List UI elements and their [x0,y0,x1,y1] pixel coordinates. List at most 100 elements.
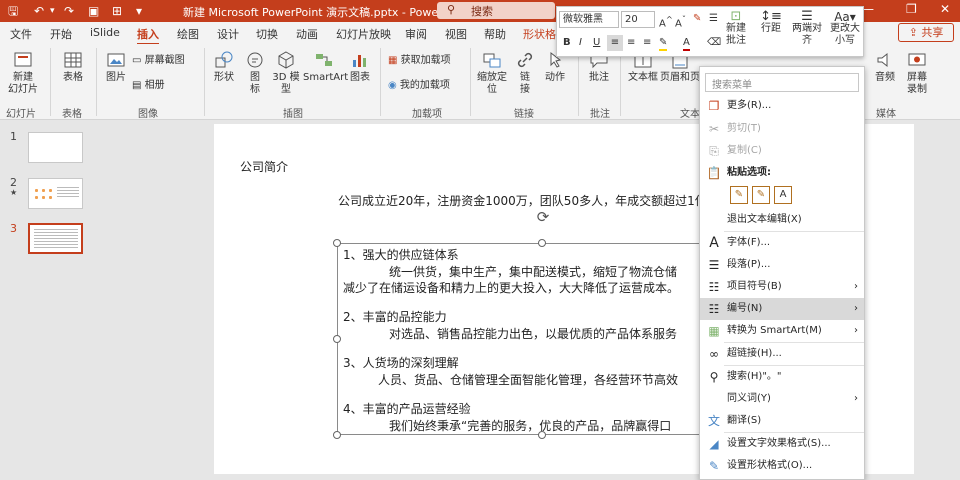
paste-option-keep-source[interactable]: ✎ [730,186,748,204]
menu-item-font[interactable]: A 字体(F)... [700,232,864,254]
resize-handle[interactable] [333,431,341,439]
tab-help[interactable]: 帮助 [484,26,506,42]
new-comment-button[interactable]: ⊡ 新建 批注 [725,10,747,47]
my-addin-button[interactable]: ◉ 我的加载项 [388,80,450,92]
decrease-font-icon[interactable]: Aˇ [675,13,686,30]
menu-item-synonyms[interactable]: 同义词(Y) › [700,388,864,410]
new-slide-button[interactable]: 新建 幻灯片 [6,50,40,96]
font-size-field[interactable]: 20 [621,11,655,28]
format-painter-icon[interactable]: ✎ [693,13,701,25]
slide-thumbnail-3[interactable] [28,223,83,254]
undo-icon[interactable]: ↶ [34,3,44,19]
line-spacing-button[interactable]: ↕≡ 行距 [759,10,783,35]
paste-option-merge[interactable]: ✎ [752,186,770,204]
clear-format-icon[interactable]: ⌫ [707,37,721,49]
resize-handle[interactable] [333,335,341,343]
screenshot-button[interactable]: ▭ 屏幕截图 [132,55,185,67]
menu-item-copy[interactable]: ⎘ 复制(C) [700,140,864,162]
save-icon[interactable]: 🖫 [8,3,18,19]
3d-model-button[interactable]: 3D 模 型 [270,50,302,96]
rotate-handle-icon[interactable]: ⟳ [534,208,552,226]
tab-view[interactable]: 视图 [445,26,467,42]
tab-design[interactable]: 设计 [217,26,239,42]
menu-item-more[interactable]: ❐ 更多(R)... [700,95,864,117]
point-3-heading[interactable]: 3、人货场的深刻理解 [343,354,459,371]
album-button[interactable]: ▤ 相册 [132,80,165,92]
bullets-icon[interactable]: ☰ [709,13,718,25]
resize-handle[interactable] [333,239,341,247]
chart-button[interactable]: 图表 [347,50,373,84]
text-box[interactable]: 1、强大的供应链体系 统一供货，集中生产，集中配送模式，缩短了物流仓储 减少了在… [337,243,757,435]
font-color-icon[interactable]: A [683,37,690,51]
align-center-icon[interactable]: ≡ [627,37,635,49]
highlight-icon[interactable]: ✎ [659,37,668,51]
smartart-button[interactable]: SmartArt [303,50,348,84]
point-1-body-line-1[interactable]: 统一供货，集中生产，集中配送模式，缩短了物流仓储 [389,263,677,280]
icon-button[interactable]: 图 标 [242,50,268,96]
menu-item-cut[interactable]: ✂ 剪切(T) [700,118,864,140]
point-1-body-line-2[interactable]: 减少了在储运设备和精力上的更大投入，大大降低了运营成本。 [343,279,679,296]
point-4-body[interactable]: 我们始终秉承“完善的服务，优良的产品，品牌赢得口 [389,417,671,434]
font-name-field[interactable]: 微软雅黑 [559,11,619,28]
underline-icon[interactable]: U [593,37,600,49]
link-button[interactable]: 链 接 [512,50,538,96]
tab-slideshow[interactable]: 幻灯片放映 [336,26,391,42]
slide-thumbnail-1[interactable] [28,132,83,163]
point-2-body[interactable]: 对选品、销售品控能力出色，以最优质的产品体系服务 [389,325,677,342]
audio-button[interactable]: 音频 [872,50,898,84]
menu-item-numbering[interactable]: ☷ 编号(N) › [700,298,864,320]
align-left-icon[interactable]: ≡ [607,35,623,51]
search-box[interactable]: ⚲ 搜索 [437,2,555,19]
tab-home[interactable]: 开始 [50,26,72,42]
draw-table-icon[interactable]: ⊞ [112,3,122,19]
screen-record-button[interactable]: 屏幕 录制 [902,50,932,96]
menu-search-input[interactable]: 搜索菜单 [705,73,859,92]
start-slideshow-icon[interactable]: ▣ [88,3,99,19]
slide-intro-text[interactable]: 公司成立近20年，注册资金1000万，团队50多人，年成交额超过1亿元 [338,192,719,209]
menu-item-search[interactable]: ⚲ 搜索(H)"。" [700,366,864,388]
zoom-button[interactable]: 缩放定 位 [474,50,510,96]
tab-file[interactable]: 文件 [10,26,32,42]
menu-item-paragraph[interactable]: ☰ 段落(P)... [700,254,864,276]
tab-transitions[interactable]: 切换 [256,26,278,42]
undo-dropdown-icon[interactable]: ▾ [50,3,55,19]
resize-handle[interactable] [538,431,546,439]
tab-insert[interactable]: 插入 [137,26,159,45]
tab-animations[interactable]: 动画 [296,26,318,42]
align-right-icon[interactable]: ≡ [643,37,651,49]
change-case-button[interactable]: Aa▾ 更改大 小写 [829,11,861,47]
image-button[interactable]: 图片 [102,50,130,84]
italic-icon[interactable]: I [579,37,582,49]
point-4-heading[interactable]: 4、丰富的产品运营经验 [343,400,471,417]
tab-draw[interactable]: 绘图 [177,26,199,42]
tab-islide[interactable]: iSlide [90,26,120,39]
menu-item-text-effects[interactable]: ◢ 设置文字效果格式(S)... [700,433,864,455]
get-addin-button[interactable]: ▦ 获取加载项 [388,55,451,67]
point-1-heading[interactable]: 1、强大的供应链体系 [343,246,459,263]
redo-icon[interactable]: ↷ [64,3,74,19]
resize-handle[interactable] [538,239,546,247]
restore-button[interactable]: ❐ [906,2,917,16]
slide-thumbnail-2[interactable] [28,178,83,209]
justify-button[interactable]: ☰ 两端对齐 [789,10,825,47]
group-label-comments: 批注 [590,109,610,120]
share-button[interactable]: ⇪ 共享 [898,23,954,42]
menu-item-hyperlink[interactable]: ∞ 超链接(H)... [700,343,864,365]
menu-item-bullets[interactable]: ☷ 项目符号(B) › [700,276,864,298]
menu-item-shape-format[interactable]: ✎ 设置形状格式(O)... [700,455,864,477]
menu-item-translate[interactable]: 文翻译(S) [700,410,864,432]
increase-font-icon[interactable]: A^ [659,13,673,30]
bold-icon[interactable]: B [563,37,571,49]
customize-toolbar-icon[interactable]: ▾ [136,3,142,19]
menu-item-convert-smartart[interactable]: ▦ 转换为 SmartArt(M) › [700,320,864,342]
shape-button[interactable]: 形状 [210,50,238,84]
slide-title[interactable]: 公司简介 [240,158,288,175]
point-2-heading[interactable]: 2、丰富的品控能力 [343,308,447,325]
table-button[interactable]: 表格 [58,50,88,84]
point-3-body[interactable]: 人员、货品、仓储管理全面智能化管理，各经营环节高效 [378,371,678,388]
close-button[interactable]: ✕ [940,2,950,16]
paste-option-text-only[interactable]: A [774,186,792,204]
menu-item-exit-text-edit[interactable]: 退出文本编辑(X) [700,209,864,231]
tab-review[interactable]: 审阅 [405,26,427,42]
tab-shape-format[interactable]: 形状格 [523,26,556,42]
